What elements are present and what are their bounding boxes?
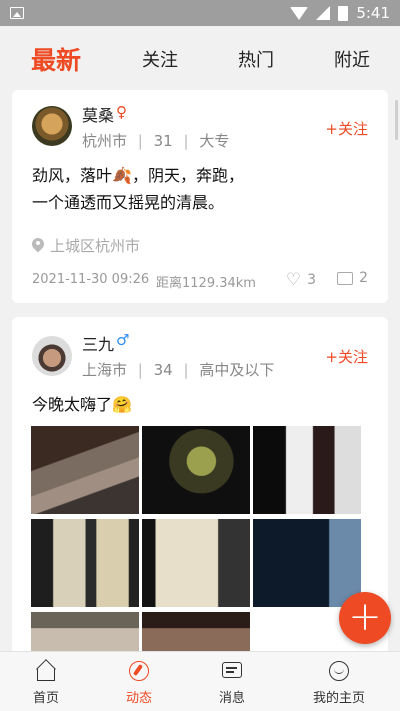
tab-popular[interactable]: 热门 (238, 46, 274, 72)
post-location[interactable]: 上城区杭州市 (32, 235, 140, 256)
nav-home[interactable]: 首页 (26, 652, 66, 711)
location-label: 上城区杭州市 (50, 237, 141, 255)
compass-icon (128, 660, 150, 682)
username[interactable]: 三九 (82, 331, 114, 355)
follow-button[interactable]: +关注 (325, 118, 368, 139)
post-photo[interactable] (31, 426, 139, 514)
home-icon (35, 659, 57, 682)
post-photo[interactable] (253, 426, 361, 514)
user-age: 34 (153, 361, 173, 379)
post-text-line2: 一个通透而又摇晃的清晨。 (32, 193, 225, 212)
follow-button[interactable]: +关注 (325, 346, 368, 367)
profile-icon (328, 660, 350, 682)
info-separator: | (137, 132, 143, 150)
status-time: 5:41 (356, 4, 390, 22)
post-card[interactable]: 三九 ♂ 上海市 | 34 | 高中及以下 +关注 今晚太嗨了🤗 (12, 317, 388, 657)
post-photo[interactable] (31, 519, 139, 607)
nav-label: 动态 (125, 691, 152, 706)
nav-messages[interactable]: 消息 (212, 652, 252, 711)
hug-emoji: 🤗 (112, 395, 132, 414)
comment-icon (337, 271, 354, 285)
male-gender-icon: ♂ (116, 331, 130, 349)
avatar[interactable] (32, 106, 72, 146)
battery-icon (338, 5, 349, 21)
leaf-emoji: 🍂 (112, 166, 132, 185)
username[interactable]: 莫桑 (82, 102, 114, 126)
post-photo[interactable] (142, 519, 250, 607)
post-photo[interactable] (142, 426, 250, 514)
post-timestamp: 2021-11-30 09:26 (32, 272, 150, 287)
message-icon (221, 660, 243, 682)
post-photo[interactable] (31, 612, 139, 652)
comment-button[interactable]: 2 (337, 270, 368, 286)
gallery-notification-icon (10, 7, 24, 19)
post-text-part: ，阴天，奔跑， (131, 166, 244, 185)
tab-following[interactable]: 关注 (142, 46, 178, 72)
post-text-part: 劲风，落叶 (32, 166, 113, 185)
post-text-part: 今晚太嗨了 (32, 395, 113, 414)
female-gender-icon: ♀ (116, 103, 127, 121)
info-separator: | (183, 132, 189, 150)
tab-latest[interactable]: 最新 (31, 41, 81, 77)
user-education: 高中及以下 (199, 361, 275, 379)
post-photo[interactable] (142, 612, 250, 652)
post-card[interactable]: 莫桑 ♀ 杭州市 | 31 | 大专 +关注 劲风，落叶🍂，阴天，奔跑， 一个通… (12, 90, 388, 303)
info-separator: | (183, 361, 189, 379)
avatar[interactable] (32, 336, 72, 376)
heart-icon: ♡ (285, 270, 302, 290)
comment-count: 2 (359, 270, 368, 286)
user-education: 大专 (199, 132, 230, 150)
nav-label: 消息 (218, 691, 245, 706)
signal-icon (316, 6, 331, 20)
scrollbar[interactable] (395, 100, 398, 140)
user-info: 杭州市 | 31 | 大专 (82, 130, 229, 151)
nav-feed[interactable]: 动态 (119, 652, 159, 711)
info-separator: | (137, 361, 143, 379)
post-text[interactable]: 今晚太嗨了🤗 (32, 391, 132, 418)
status-bar: 5:41 (0, 0, 400, 26)
post-distance: 距离1129.34km (156, 276, 256, 291)
user-city: 上海市 (82, 361, 128, 379)
user-info: 上海市 | 34 | 高中及以下 (82, 359, 274, 380)
like-count: 3 (307, 272, 316, 288)
tab-nearby[interactable]: 附近 (334, 46, 370, 72)
location-pin-icon (32, 238, 44, 254)
post-text[interactable]: 劲风，落叶🍂，阴天，奔跑， 一个通透而又摇晃的清晨。 (32, 162, 244, 216)
new-post-button[interactable]: + (339, 592, 391, 644)
top-tab-bar: 最新 关注 热门 附近 (0, 26, 400, 90)
user-city: 杭州市 (82, 132, 128, 150)
user-age: 31 (153, 132, 173, 150)
nav-profile[interactable]: 我的主页 (306, 652, 372, 711)
bottom-nav: 首页 动态 消息 我的主页 (0, 651, 400, 711)
like-button[interactable]: ♡ 3 (286, 270, 316, 290)
post-photo[interactable] (253, 519, 361, 607)
nav-label: 首页 (32, 691, 59, 706)
nav-label: 我的主页 (312, 691, 365, 706)
wifi-icon (290, 6, 309, 20)
